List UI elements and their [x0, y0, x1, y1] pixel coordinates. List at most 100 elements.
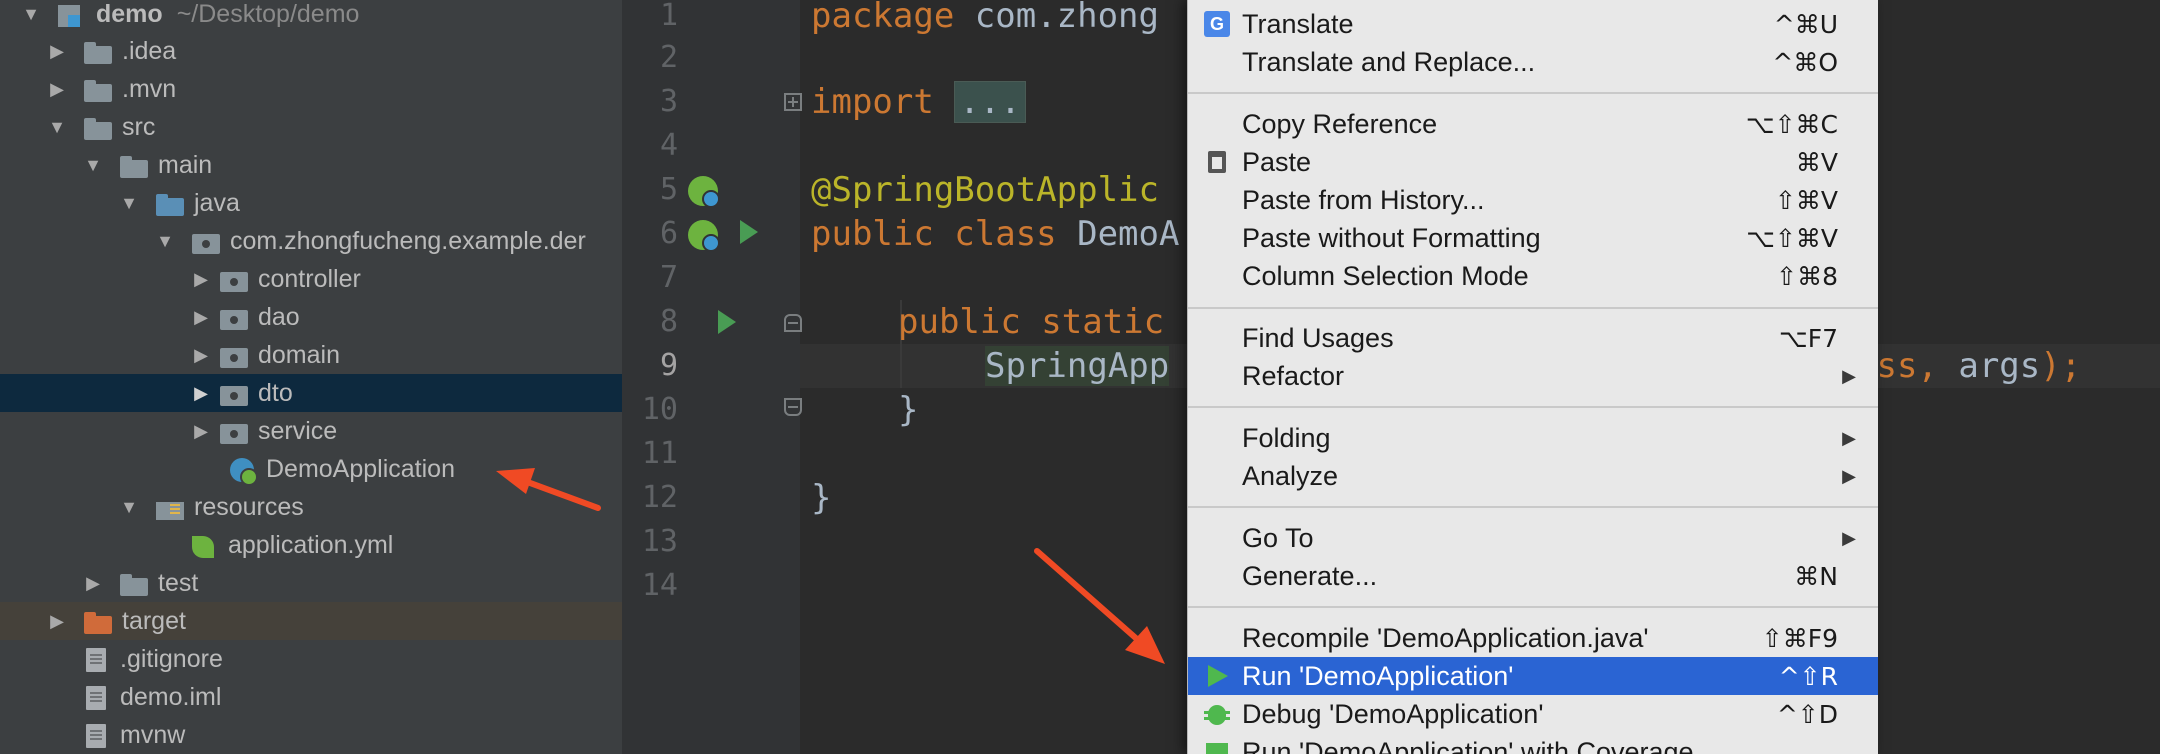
keyword: import — [811, 82, 934, 122]
chevron-right-icon[interactable]: ▶ — [46, 40, 68, 62]
code-line-10-tail: ass, args); — [1856, 344, 2081, 388]
chevron-right-icon[interactable]: ▶ — [190, 344, 212, 366]
menu-separator — [1188, 506, 1878, 508]
menu-item-paste[interactable]: Paste ⌘V — [1188, 143, 1878, 181]
folder-icon — [120, 570, 150, 596]
tree-row-application-yml[interactable]: application.yml — [0, 526, 622, 564]
tree-row-resources[interactable]: ▼ resources — [0, 488, 622, 526]
line-number: 3 — [659, 84, 678, 119]
package-icon — [220, 266, 250, 292]
chevron-right-icon[interactable]: ▶ — [190, 382, 212, 404]
tree-row-java[interactable]: ▼ java — [0, 184, 622, 222]
line-number: 9 — [659, 348, 678, 383]
menu-item-paste-from-history[interactable]: Paste from History... ⇧⌘V — [1188, 181, 1878, 219]
package-icon — [192, 228, 222, 254]
menu-item-shortcut: ⌥F7 — [1778, 323, 1838, 353]
menu-item-label: Analyze — [1242, 460, 1339, 491]
tree-row-demo[interactable]: ▼ demo ~/Desktop/demo — [0, 0, 622, 33]
spring-bean-icon[interactable] — [688, 176, 720, 208]
chevron-down-icon[interactable]: ▼ — [154, 230, 176, 252]
tree-row-mvnw[interactable]: mvnw — [0, 716, 622, 754]
run-gutter-icon[interactable] — [740, 220, 758, 244]
spring-boot-icon[interactable] — [688, 220, 720, 252]
menu-item-column-selection-mode[interactable]: Column Selection Mode ⇧⌘8 — [1188, 257, 1878, 295]
menu-item-run-with-coverage[interactable]: Run 'DemoApplication' with Coverage — [1188, 733, 1878, 754]
chevron-down-icon[interactable]: ▼ — [118, 192, 140, 214]
menu-item-copy-reference[interactable]: Copy Reference ⌥⇧⌘C — [1188, 105, 1878, 143]
menu-item-shortcut: ⇧⌘V — [1774, 185, 1838, 215]
menu-item-go-to[interactable]: Go To ▶ — [1188, 519, 1878, 557]
chevron-down-icon[interactable]: ▼ — [46, 116, 68, 138]
submenu-arrow-icon: ▶ — [1842, 365, 1856, 386]
folder-icon — [120, 152, 150, 178]
menu-item-run[interactable]: Run 'DemoApplication' ^⇧R — [1188, 657, 1878, 695]
google-translate-icon: G — [1204, 11, 1230, 37]
menu-item-label: Translate and Replace... — [1242, 46, 1536, 77]
menu-item-generate[interactable]: Generate... ⌘N — [1188, 557, 1878, 595]
tree-row-target[interactable]: ▶ target — [0, 602, 622, 640]
package-icon — [220, 418, 250, 444]
menu-item-shortcut: ^⌘O — [1772, 47, 1838, 77]
menu-separator — [1188, 307, 1878, 309]
menu-item-folding[interactable]: Folding ▶ — [1188, 419, 1878, 457]
tree-label: java — [194, 188, 240, 217]
tree-row-service[interactable]: ▶ service — [0, 412, 622, 450]
tree-label: application.yml — [228, 530, 394, 559]
menu-separator — [1188, 406, 1878, 408]
tree-row-gitignore[interactable]: .gitignore — [0, 640, 622, 678]
file-icon — [82, 646, 112, 672]
tree-row-package[interactable]: ▼ com.zhongfucheng.example.der — [0, 222, 622, 260]
chevron-right-icon[interactable]: ▶ — [190, 420, 212, 442]
fold-collapse-icon[interactable] — [784, 314, 802, 332]
tree-row-controller[interactable]: ▶ controller — [0, 260, 622, 298]
resources-folder-icon — [156, 494, 186, 520]
menu-item-paste-without-formatting[interactable]: Paste without Formatting ⌥⇧⌘V — [1188, 219, 1878, 257]
chevron-down-icon[interactable]: ▼ — [20, 3, 42, 25]
tree-row-src[interactable]: ▼ src — [0, 108, 622, 146]
tree-row-test[interactable]: ▶ test — [0, 564, 622, 602]
menu-item-label: Copy Reference — [1242, 108, 1438, 139]
menu-item-find-usages[interactable]: Find Usages ⌥F7 — [1188, 319, 1878, 357]
tree-label: test — [158, 568, 199, 597]
code-line-3: import ... — [811, 80, 1026, 124]
menu-item-refactor[interactable]: Refactor ▶ — [1188, 357, 1878, 395]
chevron-down-icon[interactable]: ▼ — [82, 154, 104, 176]
fold-expand-icon[interactable] — [784, 93, 802, 111]
tree-row-demo-iml[interactable]: demo.iml — [0, 678, 622, 716]
tree-row-domain[interactable]: ▶ domain — [0, 336, 622, 374]
chevron-right-icon[interactable]: ▶ — [190, 306, 212, 328]
tree-row-idea[interactable]: ▶ .idea — [0, 32, 622, 70]
fold-collapse-icon[interactable] — [784, 398, 802, 416]
tree-row-dao[interactable]: ▶ dao — [0, 298, 622, 336]
file-icon — [82, 722, 112, 748]
chevron-right-icon[interactable]: ▶ — [82, 572, 104, 594]
source-folder-icon — [156, 190, 186, 216]
package-icon — [220, 304, 250, 330]
tree-row-mvn[interactable]: ▶ .mvn — [0, 70, 622, 108]
tree-label: .mvn — [122, 74, 177, 103]
menu-separator — [1188, 92, 1878, 94]
menu-item-debug[interactable]: Debug 'DemoApplication' ^⇧D — [1188, 695, 1878, 733]
chevron-down-icon[interactable]: ▼ — [118, 496, 140, 518]
chevron-right-icon[interactable]: ▶ — [46, 610, 68, 632]
line-number: 2 — [659, 40, 678, 75]
menu-item-translate-and-replace[interactable]: Translate and Replace... ^⌘O — [1188, 43, 1878, 81]
code-text: args — [1937, 346, 2041, 386]
menu-item-label: Column Selection Mode — [1242, 260, 1529, 291]
project-path: ~/Desktop/demo — [176, 0, 360, 28]
chevron-right-icon[interactable]: ▶ — [190, 268, 212, 290]
line-number: 5 — [659, 172, 678, 207]
menu-item-translate[interactable]: G Translate ^⌘U — [1188, 5, 1878, 43]
tree-row-demoapplication[interactable]: DemoApplication — [0, 450, 622, 488]
tree-label: controller — [258, 264, 361, 293]
code-line-10: SpringApp — [985, 344, 1170, 388]
menu-item-recompile[interactable]: Recompile 'DemoApplication.java' ⇧⌘F9 — [1188, 619, 1878, 657]
chevron-right-icon[interactable]: ▶ — [46, 78, 68, 100]
folded-region[interactable]: ... — [954, 81, 1026, 123]
code-text: DemoA — [1056, 214, 1180, 254]
run-gutter-icon[interactable] — [718, 310, 736, 334]
menu-item-analyze[interactable]: Analyze ▶ — [1188, 457, 1878, 495]
tree-row-dto[interactable]: ▶ dto — [0, 374, 622, 412]
tree-row-main[interactable]: ▼ main — [0, 146, 622, 184]
brace: } — [811, 478, 832, 518]
